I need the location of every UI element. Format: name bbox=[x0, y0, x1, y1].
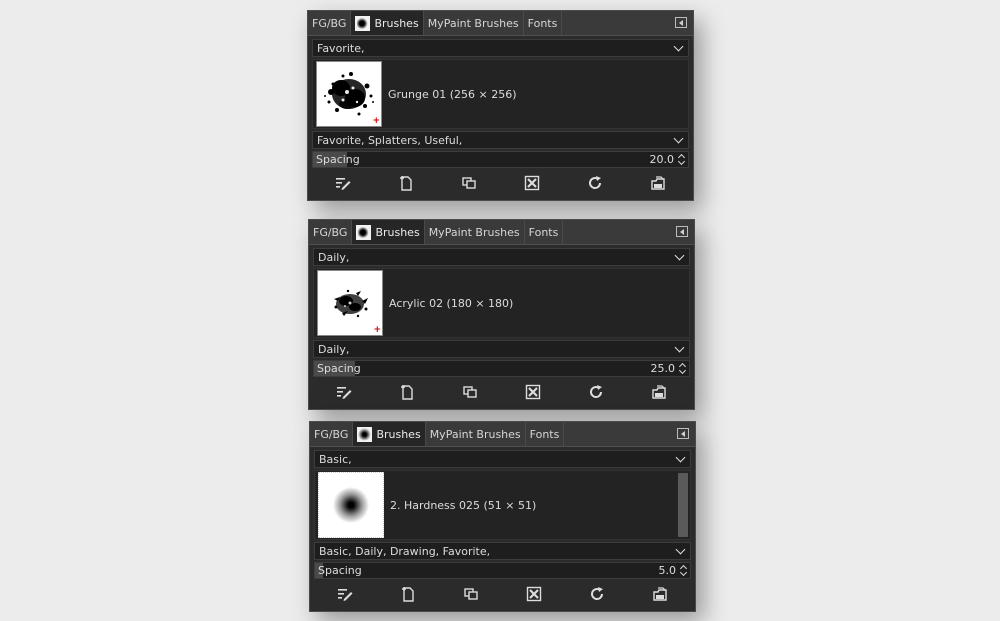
brush-tags-value: Basic, Daily, Drawing, Favorite, bbox=[319, 544, 491, 558]
spacing-slider[interactable]: Spacing 5.0 bbox=[314, 562, 691, 579]
acrylic-brush-image bbox=[334, 289, 368, 318]
brush-toolbar bbox=[312, 170, 689, 196]
new-brush-icon[interactable] bbox=[398, 383, 416, 401]
brush-tab-icon bbox=[355, 15, 371, 31]
tab-brushes-label: Brushes bbox=[376, 427, 421, 441]
open-brush-folder-icon[interactable] bbox=[651, 585, 669, 603]
tab-fgbg[interactable]: FG/BG bbox=[309, 220, 353, 244]
tab-mypaint-brushes[interactable]: MyPaint Brushes bbox=[424, 11, 524, 35]
dock-tabbar: FG/BG Brushes MyPaint Brushes Fonts bbox=[310, 422, 695, 447]
brush-tab-icon bbox=[357, 426, 373, 442]
dock-tabbar: FG/BG Brushes MyPaint Brushes Fonts bbox=[308, 11, 693, 36]
chevron-down-icon bbox=[673, 133, 684, 144]
brush-thumbnail[interactable]: + bbox=[316, 61, 382, 127]
grunge-brush-image bbox=[324, 72, 374, 116]
open-brush-folder-icon[interactable] bbox=[649, 174, 667, 192]
tab-fgbg[interactable]: FG/BG bbox=[310, 422, 354, 446]
tab-brushes[interactable]: Brushes bbox=[352, 220, 425, 244]
tab-brushes[interactable]: Brushes bbox=[353, 422, 426, 446]
spacing-value: 5.0 bbox=[658, 564, 677, 577]
brush-tags-combo[interactable]: Favorite, Splatters, Useful, bbox=[312, 131, 689, 149]
tab-brushes[interactable]: Brushes bbox=[351, 11, 424, 35]
brush-thumbnail[interactable] bbox=[318, 472, 384, 538]
brush-list-scrollbar[interactable] bbox=[678, 473, 688, 537]
tag-filter-combo[interactable]: Basic, bbox=[314, 450, 691, 468]
tag-filter-value: Favorite, bbox=[317, 41, 365, 55]
brush-tags-value: Daily, bbox=[318, 342, 350, 356]
spacing-slider[interactable]: Spacing 25.0 bbox=[313, 360, 690, 377]
tab-mypaint-brushes[interactable]: MyPaint Brushes bbox=[426, 422, 526, 446]
brush-list[interactable]: 2. Hardness 025 (51 × 51) bbox=[314, 470, 691, 540]
open-brush-folder-icon[interactable] bbox=[650, 383, 668, 401]
tag-filter-combo[interactable]: Favorite, bbox=[312, 39, 689, 57]
spacing-value: 25.0 bbox=[650, 362, 676, 375]
spacing-slider[interactable]: Spacing 20.0 bbox=[312, 151, 689, 168]
chevron-down-icon bbox=[673, 41, 684, 52]
delete-brush-icon[interactable] bbox=[523, 174, 541, 192]
delete-brush-icon[interactable] bbox=[524, 383, 542, 401]
brush-name: Acrylic 02 (180 × 180) bbox=[389, 296, 514, 310]
spacing-value: 20.0 bbox=[649, 153, 675, 166]
chevron-down-icon bbox=[675, 452, 686, 463]
brushes-dock-1: FG/BG Brushes MyPaint Brushes Fonts Favo… bbox=[307, 10, 694, 201]
brush-list[interactable]: + Grunge 01 (256 × 256) bbox=[312, 59, 689, 129]
duplicate-brush-icon[interactable] bbox=[460, 174, 478, 192]
tab-fonts[interactable]: Fonts bbox=[526, 422, 565, 446]
refresh-brushes-icon[interactable] bbox=[586, 174, 604, 192]
brush-name: Grunge 01 (256 × 256) bbox=[388, 87, 517, 101]
delete-brush-icon[interactable] bbox=[525, 585, 543, 603]
tab-fgbg[interactable]: FG/BG bbox=[308, 11, 352, 35]
brushes-dock-2: FG/BG Brushes MyPaint Brushes Fonts Dail… bbox=[308, 219, 695, 410]
tab-fonts[interactable]: Fonts bbox=[524, 11, 563, 35]
refresh-brushes-icon[interactable] bbox=[588, 585, 606, 603]
brush-tags-value: Favorite, Splatters, Useful, bbox=[317, 133, 463, 147]
spin-arrows-icon[interactable] bbox=[678, 153, 686, 166]
duplicate-brush-icon[interactable] bbox=[461, 383, 479, 401]
duplicate-brush-icon[interactable] bbox=[462, 585, 480, 603]
plus-icon: + bbox=[373, 325, 381, 335]
edit-brush-icon[interactable] bbox=[334, 174, 352, 192]
tab-fonts[interactable]: Fonts bbox=[525, 220, 564, 244]
dock-tabbar: FG/BG Brushes MyPaint Brushes Fonts bbox=[309, 220, 694, 245]
brush-name: 2. Hardness 025 (51 × 51) bbox=[390, 498, 537, 512]
brush-thumbnail[interactable]: + bbox=[317, 270, 383, 336]
brush-tab-icon bbox=[356, 224, 372, 240]
brush-list[interactable]: + Acrylic 02 (180 × 180) bbox=[313, 268, 690, 338]
brushes-dock-3: FG/BG Brushes MyPaint Brushes Fonts Basi… bbox=[309, 421, 696, 612]
tab-mypaint-brushes[interactable]: MyPaint Brushes bbox=[425, 220, 525, 244]
spin-arrows-icon[interactable] bbox=[680, 564, 688, 577]
tag-filter-combo[interactable]: Daily, bbox=[313, 248, 690, 266]
tag-filter-value: Daily, bbox=[318, 250, 350, 264]
refresh-brushes-icon[interactable] bbox=[587, 383, 605, 401]
brush-toolbar bbox=[314, 581, 691, 607]
tab-brushes-label: Brushes bbox=[375, 225, 420, 239]
tag-filter-value: Basic, bbox=[319, 452, 352, 466]
edit-brush-icon[interactable] bbox=[335, 383, 353, 401]
tab-menu-icon[interactable] bbox=[675, 17, 687, 28]
tab-brushes-label: Brushes bbox=[374, 16, 419, 30]
new-brush-icon[interactable] bbox=[397, 174, 415, 192]
spacing-label: Spacing bbox=[318, 564, 362, 577]
tab-menu-icon[interactable] bbox=[676, 226, 688, 237]
chevron-down-icon bbox=[674, 342, 685, 353]
spacing-label: Spacing bbox=[317, 362, 361, 375]
brush-tags-combo[interactable]: Basic, Daily, Drawing, Favorite, bbox=[314, 542, 691, 560]
edit-brush-icon[interactable] bbox=[336, 585, 354, 603]
brush-toolbar bbox=[313, 379, 690, 405]
plus-icon: + bbox=[372, 116, 380, 126]
new-brush-icon[interactable] bbox=[399, 585, 417, 603]
spacing-label: Spacing bbox=[316, 153, 360, 166]
chevron-down-icon bbox=[675, 544, 686, 555]
brush-tags-combo[interactable]: Daily, bbox=[313, 340, 690, 358]
hardness-brush-image bbox=[319, 473, 383, 537]
spin-arrows-icon[interactable] bbox=[679, 362, 687, 375]
chevron-down-icon bbox=[674, 250, 685, 261]
tab-menu-icon[interactable] bbox=[677, 428, 689, 439]
